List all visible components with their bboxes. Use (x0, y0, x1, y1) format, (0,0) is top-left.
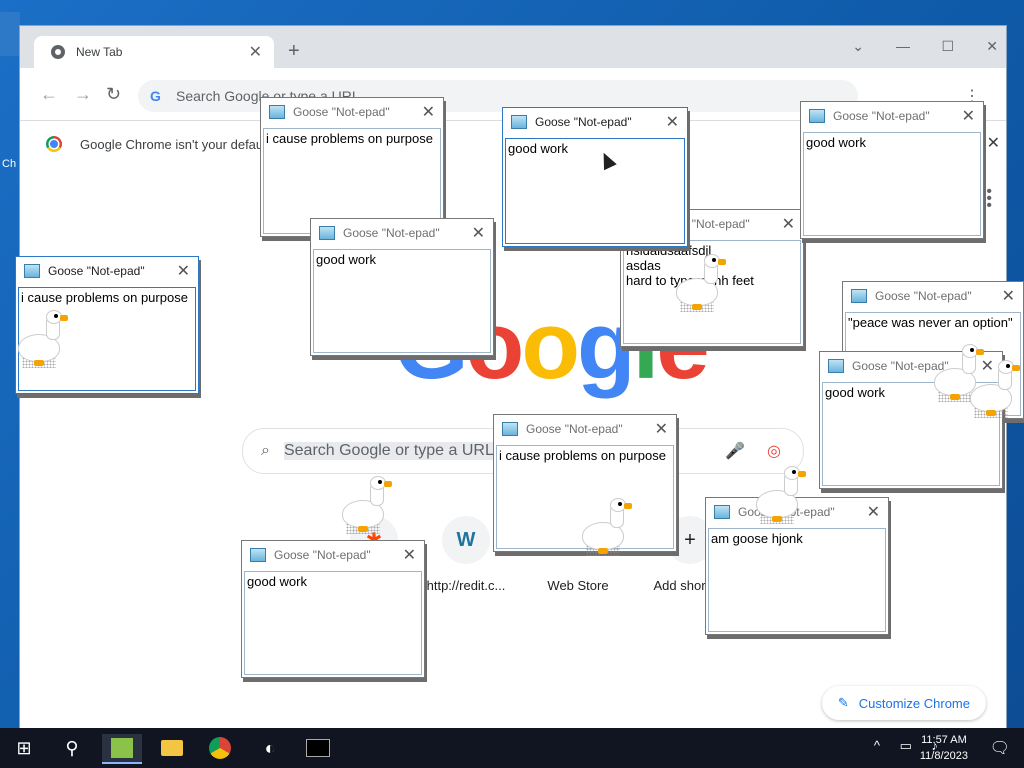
notepad-text-area[interactable]: am goose hjonk (708, 528, 886, 632)
notepad-window[interactable]: Goose "Not-epad" ✕ good work (241, 540, 425, 678)
shortcut-label: http://redit.c... (426, 578, 506, 593)
clock-time: 11:57 AM (921, 734, 967, 746)
start-button[interactable]: ⊞ (4, 734, 44, 762)
google-g-icon: G (150, 88, 161, 104)
chrome-icon[interactable] (200, 734, 240, 762)
notepad-icon (250, 548, 266, 562)
tab-search-icon[interactable]: ⌄ (852, 38, 864, 55)
notepad-window[interactable]: Goose "Not-epad" ✕ good work (819, 351, 1003, 489)
shortcut-label: Web Store (547, 578, 609, 593)
close-icon[interactable]: ✕ (666, 112, 679, 132)
tab-new-tab[interactable]: New Tab ✕ (34, 36, 274, 68)
notepad-window[interactable]: Goose "Not-epad" ✕ am goose hjonk (705, 497, 889, 635)
infobar-close-icon[interactable]: ✕ (987, 133, 1000, 153)
notepad-icon (24, 264, 40, 278)
close-icon[interactable]: ✕ (782, 214, 795, 234)
close-icon[interactable]: ✕ (655, 419, 668, 439)
ccleaner-icon[interactable]: ◐ (250, 734, 290, 762)
notepad-text-area[interactable]: good work (803, 132, 981, 236)
google-lens-icon[interactable]: ◎ (767, 441, 781, 461)
notepad-title: Goose "Not-epad" (343, 226, 440, 240)
notepad-icon (502, 422, 518, 436)
chrome-logo-icon (46, 136, 62, 152)
notepad-text: i cause problems on purpose (266, 131, 433, 146)
customize-label: Customize Chrome (858, 695, 970, 711)
notepad-window[interactable]: Goose "Not-epad" ✕ i cause problems on pu… (260, 97, 444, 237)
notification-icon[interactable]: 🗨 (990, 738, 1010, 758)
notepad-window-active[interactable]: Goose "Not-epad" ✕ good work (502, 107, 688, 247)
notepad-icon (828, 359, 844, 373)
terminal-icon[interactable] (298, 734, 338, 762)
close-icon[interactable]: ✕ (403, 545, 416, 565)
notepad-icon (319, 226, 335, 240)
ntp-menu-icon[interactable]: • • • (986, 184, 992, 214)
forward-button[interactable]: → (74, 84, 92, 105)
notepad-text: good work (247, 574, 307, 589)
notepad-text: good work (508, 141, 568, 156)
notepad-text-area[interactable]: good work (244, 571, 422, 675)
notepad-text: "peace was never an option" (848, 315, 1013, 330)
back-button[interactable]: ← (40, 84, 58, 105)
close-icon[interactable]: ✕ (472, 223, 485, 243)
clock[interactable]: 11:57 AM 11/8/2023 (920, 732, 968, 764)
notepad-title: Goose "Not-epad" (293, 105, 390, 119)
minimize-button[interactable]: — (896, 38, 910, 54)
tab-title: New Tab (76, 45, 123, 59)
notepad-text: am goose hjonk (711, 531, 803, 546)
taskbar: ⊞ ⚲ ◐ ^ ▭ ♪ 11:57 AM 11/8/2023 🗨 (0, 728, 1024, 768)
microphone-icon[interactable]: 🎤 (725, 441, 745, 461)
notepad-text: good work (806, 135, 866, 150)
notepad-text-area[interactable]: good work (505, 138, 685, 244)
ntp-search-placeholder: Search Google or type a URL (283, 442, 494, 460)
maximize-button[interactable]: ☐ (941, 38, 954, 55)
file-explorer-icon[interactable] (152, 734, 192, 762)
clock-date: 11/8/2023 (919, 750, 968, 762)
notepad-text-area[interactable]: good work (313, 249, 491, 353)
notepad-title: Goose "Not-epad" (535, 115, 632, 129)
notepad-icon (714, 505, 730, 519)
notepad-text: good work (316, 252, 376, 267)
notepad-title: Goose "Not-epad" (48, 264, 145, 278)
notepad-window[interactable]: Goose "Not-epad" ✕ good work (800, 101, 984, 239)
close-window-button[interactable]: ✕ (986, 38, 998, 55)
wordpress-icon: W (442, 516, 490, 564)
pencil-icon: ✎ (837, 695, 849, 710)
notepad-title: Goose "Not-epad" (833, 109, 930, 123)
close-icon[interactable]: ✕ (962, 106, 975, 126)
close-icon[interactable]: ✕ (177, 261, 190, 281)
notepad-icon (851, 289, 867, 303)
notepad-title: Goose "Not-epad" (526, 422, 623, 436)
close-icon[interactable]: ✕ (981, 356, 994, 376)
notepad-text: i cause problems on purpose (21, 290, 188, 305)
search-icon: ⌕ (261, 442, 270, 459)
close-icon[interactable]: ✕ (422, 102, 435, 122)
close-icon[interactable]: ✕ (1002, 286, 1015, 306)
notepad-icon (269, 105, 285, 119)
notepad-text: i cause problems on purpose (499, 448, 666, 463)
notepad-icon (809, 109, 825, 123)
notepad-title: Goose "Not-epad" (274, 548, 371, 562)
desktop-icon-label: Ch (2, 158, 17, 170)
new-tab-button[interactable]: + (288, 40, 300, 63)
notepad-title: Goose "Not-epad" (875, 289, 972, 303)
goose-app-icon[interactable] (102, 734, 142, 764)
chrome-favicon-icon (50, 44, 66, 60)
notepad-icon (511, 115, 527, 129)
search-icon[interactable]: ⚲ (52, 734, 92, 762)
tab-strip: New Tab ✕ + ⌄ — ☐ ✕ (20, 26, 1006, 68)
notepad-window[interactable]: Goose "Not-epad" ✕ i cause problems on pu… (15, 256, 199, 394)
reload-button[interactable]: ↻ (106, 84, 121, 105)
omnibox[interactable]: G Search Google or type a URL (138, 80, 858, 112)
customize-chrome-button[interactable]: ✎ Customize Chrome (821, 686, 986, 720)
notepad-window[interactable]: Goose "Not-epad" ✕ good work (310, 218, 494, 356)
close-icon[interactable]: ✕ (867, 502, 880, 522)
tab-close-icon[interactable]: ✕ (249, 42, 262, 62)
desktop-icon[interactable] (0, 12, 20, 56)
